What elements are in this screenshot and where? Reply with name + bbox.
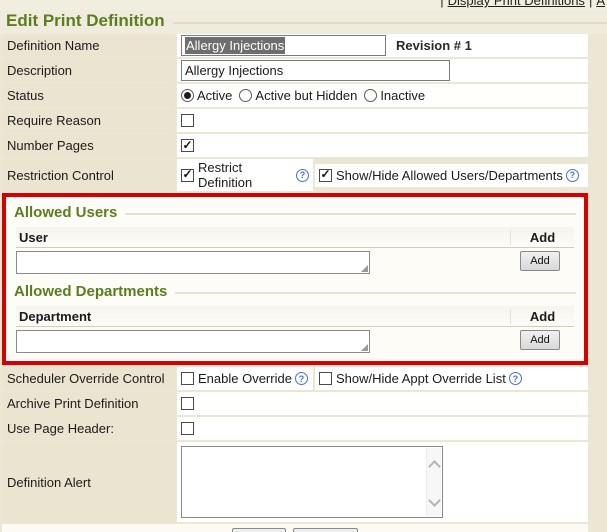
user-textarea[interactable]	[16, 251, 370, 274]
add-department-button[interactable]: Add	[520, 330, 560, 350]
archive-print-definition-row: Archive Print Definition ✓	[2, 392, 588, 415]
page-title: Edit Print Definition	[0, 10, 607, 34]
display-print-definitions-link[interactable]: Display Print Definitions	[448, 0, 585, 8]
page-title-text: Edit Print Definition	[6, 11, 165, 31]
enable-override-help-icon[interactable]: ?	[295, 372, 308, 385]
status-inactive-radio[interactable]	[364, 89, 377, 102]
show-hide-appt-override-help-icon[interactable]: ?	[509, 372, 522, 385]
allowed-users-heading: Allowed Users	[14, 201, 576, 227]
status-inactive-label: Inactive	[380, 88, 425, 103]
allowed-departments-heading: Allowed Departments	[14, 280, 576, 306]
status-active-but-hidden-radio[interactable]	[239, 89, 252, 102]
heading-divider	[175, 292, 576, 294]
number-pages-row: Number Pages ✓	[2, 134, 588, 157]
description-label: Description	[2, 59, 175, 82]
restriction-control-row: Restriction Control ✓ Restrict Definitio…	[2, 159, 588, 191]
selected-text: Allergy Injections	[185, 37, 285, 54]
allowed-users-heading-text: Allowed Users	[14, 204, 117, 221]
number-pages-checkbox[interactable]: ✓	[181, 139, 194, 152]
use-page-header-row: Use Page Header: ✓	[2, 417, 588, 440]
allowed-users-table: User Add Add	[16, 227, 574, 274]
description-input[interactable]: Allergy Injections	[181, 60, 450, 81]
allowed-departments-heading-text: Allowed Departments	[14, 283, 167, 300]
edit-print-definition-form: Definition Name Allergy Injections Revis…	[2, 34, 588, 532]
show-hide-users-departments-help-icon[interactable]: ?	[566, 169, 579, 182]
scheduler-override-row: Scheduler Override Control ✓ Enable Over…	[2, 367, 588, 390]
show-hide-users-departments-checkbox[interactable]: ✓	[319, 169, 332, 182]
restrict-definition-checkbox[interactable]: ✓	[181, 169, 194, 182]
cancel-button[interactable]: Cancel	[293, 528, 359, 532]
scheduler-override-label: Scheduler Override Control	[2, 367, 175, 390]
resize-handle-icon[interactable]	[361, 265, 368, 272]
definition-alert-label: Definition Alert	[2, 442, 175, 522]
restriction-control-label: Restriction Control	[2, 159, 175, 191]
add-column-header: Add	[510, 230, 574, 245]
enable-override-checkbox[interactable]: ✓	[181, 372, 194, 385]
allowed-users-table-header: User Add	[16, 227, 574, 248]
restrict-definition-label: Restrict Definition	[198, 160, 293, 190]
heading-divider	[125, 213, 576, 215]
revision-number: Revision # 1	[396, 38, 472, 53]
definition-name-input[interactable]: Allergy Injections	[181, 35, 386, 56]
allowed-departments-table: Department Add Add	[16, 306, 574, 353]
number-pages-label: Number Pages	[2, 134, 175, 157]
require-reason-checkbox[interactable]: ✓	[181, 114, 194, 127]
add-column-header: Add	[510, 309, 574, 324]
allowed-users-input-row: Add	[16, 248, 574, 274]
description-row: Description Allergy Injections	[2, 59, 588, 82]
show-hide-appt-override-label: Show/Hide Appt Override List	[336, 371, 506, 386]
description-value: Allergy Injections	[185, 63, 283, 78]
archive-print-definition-checkbox[interactable]: ✓	[181, 397, 194, 410]
restrict-definition-help-icon[interactable]: ?	[296, 169, 309, 182]
status-label: Status	[2, 84, 175, 107]
top-links: | Display Print Definitions | A	[436, 0, 605, 8]
require-reason-row: Require Reason ✓	[2, 109, 588, 132]
partial-cutoff-link[interactable]: A	[596, 0, 605, 8]
add-user-button[interactable]: Add	[520, 251, 560, 271]
definition-name-row: Definition Name Allergy Injections Revis…	[2, 34, 588, 57]
status-active-but-hidden-label: Active but Hidden	[255, 88, 357, 103]
allowed-departments-input-row: Add	[16, 327, 574, 353]
show-hide-users-departments-label: Show/Hide Allowed Users/Departments	[336, 168, 563, 183]
user-column-header: User	[16, 230, 510, 245]
status-active-label: Active	[197, 88, 232, 103]
scroll-up-icon[interactable]	[430, 460, 438, 468]
scrollbar[interactable]	[426, 448, 441, 516]
save-button[interactable]: Save	[232, 528, 286, 532]
resize-handle-icon[interactable]	[361, 344, 368, 351]
allowed-sections-highlight-box: Allowed Users User Add Add Allowed Depar…	[2, 193, 588, 365]
show-hide-appt-override-checkbox[interactable]: ✓	[319, 372, 332, 385]
scroll-down-icon[interactable]	[430, 494, 438, 502]
top-link-bar: | Display Print Definitions | A	[0, 0, 607, 10]
use-page-header-label: Use Page Header:	[2, 417, 175, 440]
title-divider	[173, 22, 607, 24]
archive-print-definition-label: Archive Print Definition	[2, 392, 175, 415]
status-row: Status Active Active but Hidden Inactive	[2, 84, 588, 107]
allowed-departments-table-header: Department Add	[16, 306, 574, 327]
definition-alert-row: Definition Alert	[2, 442, 588, 522]
link-separator: |	[589, 0, 592, 8]
definition-alert-textarea[interactable]	[181, 446, 443, 518]
status-active-radio[interactable]	[181, 89, 194, 102]
link-separator: |	[440, 0, 443, 8]
department-column-header: Department	[16, 309, 510, 324]
require-reason-label: Require Reason	[2, 109, 175, 132]
use-page-header-checkbox[interactable]: ✓	[181, 422, 194, 435]
department-textarea[interactable]	[16, 330, 370, 353]
definition-name-label: Definition Name	[2, 34, 175, 57]
form-action-bar: Save Cancel	[2, 524, 588, 532]
enable-override-label: Enable Override	[198, 371, 292, 386]
